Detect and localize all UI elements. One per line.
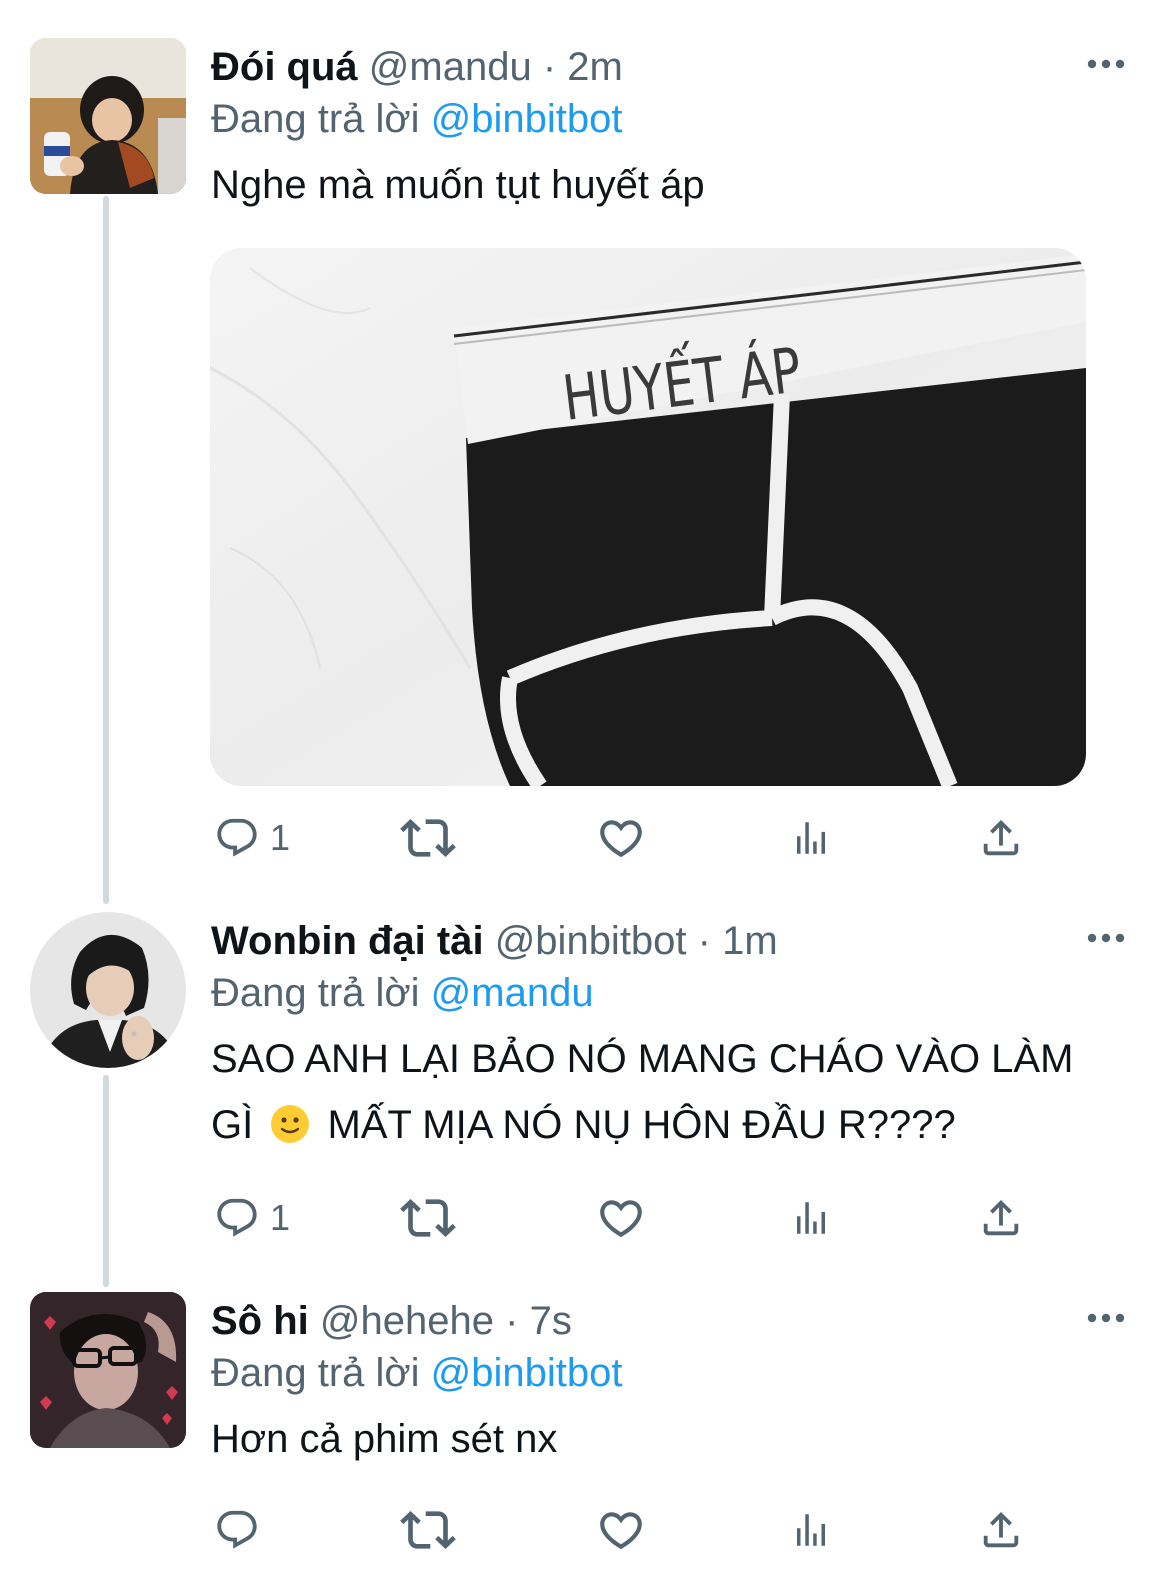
share-button[interactable] (978, 1502, 1024, 1558)
replying-to-label: Đang trả lời (211, 97, 420, 141)
action-bar (210, 1502, 1040, 1558)
avatar[interactable] (30, 38, 186, 194)
share-button[interactable] (978, 810, 1024, 866)
views-chart-icon (797, 1514, 825, 1546)
timestamp[interactable]: 2m (567, 45, 623, 89)
avatar[interactable] (30, 1292, 186, 1448)
handle[interactable]: @hehehe (320, 1299, 494, 1343)
tweet-text: Hơn cả phim sét nx (211, 1406, 557, 1472)
replying-to-label: Đang trả lời (211, 971, 420, 1015)
replying-to: Đang trả lời @binbitbot (211, 94, 623, 144)
avatar[interactable] (30, 912, 186, 1068)
handle[interactable]: @binbitbot (495, 919, 687, 963)
more-options-button[interactable] (1086, 928, 1126, 948)
tweet-text-fragment: GÌ (211, 1103, 254, 1147)
tweet[interactable]: Wonbin đại tài @binbitbot · 1m Đang trả … (0, 912, 1170, 1252)
tweet-text-line: Nghe mà muốn tụt huyết áp (211, 163, 705, 207)
reply-icon (217, 818, 257, 857)
replying-to: Đang trả lời @binbitbot (211, 1348, 623, 1398)
timestamp[interactable]: 1m (722, 919, 778, 963)
more-dots-icon (1087, 933, 1125, 943)
share-button[interactable] (978, 1190, 1024, 1246)
action-bar: 1 (210, 1190, 1040, 1246)
retweet-icon (400, 1199, 456, 1237)
tweet-header: Sô hi @hehehe · 7s (211, 1296, 572, 1346)
glasses-person-avatar (30, 1292, 186, 1448)
views-button[interactable] (790, 810, 842, 866)
tweet-header: Đói quá @mandu · 2m (211, 42, 623, 92)
retweet-icon (400, 1511, 456, 1549)
replying-to-label: Đang trả lời (211, 1351, 420, 1395)
share-icon (983, 1199, 1019, 1236)
tweet[interactable]: Sô hi @hehehe · 7s Đang trả lời @binbitb… (0, 1292, 1170, 1571)
handle[interactable]: @mandu (369, 45, 532, 89)
reply-count: 1 (270, 1197, 291, 1238)
heart-icon (600, 1512, 642, 1550)
heart-icon (600, 1200, 642, 1238)
retweet-icon (400, 819, 456, 857)
separator: · (542, 45, 557, 89)
mention-link[interactable]: @binbitbot (431, 1351, 623, 1395)
share-icon (983, 819, 1019, 856)
action-bar: 1 (210, 810, 1040, 866)
more-options-button[interactable] (1086, 1308, 1126, 1328)
views-button[interactable] (790, 1502, 842, 1558)
person-portrait-avatar (30, 912, 186, 1068)
underwear-photo: HUYẾT ÁP (210, 248, 1086, 786)
share-icon (983, 1511, 1019, 1548)
more-options-button[interactable] (1086, 54, 1126, 74)
separator: · (697, 919, 711, 963)
tweet-header: Wonbin đại tài @binbitbot · 1m (211, 916, 778, 966)
display-name[interactable]: Đói quá (211, 45, 358, 89)
like-button[interactable] (596, 810, 656, 866)
views-chart-icon (797, 1202, 825, 1234)
retweet-button[interactable] (400, 810, 466, 866)
reply-count: 1 (270, 817, 291, 858)
tweet-text-line: Hơn cả phim sét nx (211, 1417, 558, 1461)
reply-icon (217, 1510, 257, 1549)
replying-to: Đang trả lời @mandu (211, 968, 594, 1018)
separator: · (505, 1299, 519, 1343)
views-chart-icon (797, 822, 825, 854)
reply-icon (217, 1198, 257, 1237)
reply-button[interactable]: 1 (214, 810, 290, 866)
views-button[interactable] (790, 1190, 842, 1246)
tweet-text: SAO ANH LẠI BẢO NÓ MANG CHÁO VÀO LÀM GÌ … (211, 1026, 1131, 1158)
tweet-text-line: SAO ANH LẠI BẢO NÓ MANG CHÁO VÀO LÀM (211, 1037, 1074, 1081)
tweet-text-line: GÌ MẤT MỊA NÓ NỤ HÔN ĐẦU R???? (211, 1092, 1131, 1158)
tweet-text: Nghe mà muốn tụt huyết áp (211, 152, 705, 218)
heart-icon (600, 820, 642, 858)
more-dots-icon (1087, 59, 1125, 69)
retweet-button[interactable] (400, 1502, 466, 1558)
reply-button[interactable] (214, 1502, 270, 1558)
slightly-smiling-face-emoji (271, 1105, 310, 1143)
child-photo-avatar (30, 38, 186, 194)
tweet[interactable]: Đói quá @mandu · 2m Đang trả lời @binbit… (0, 38, 1170, 878)
reply-button[interactable]: 1 (214, 1190, 290, 1246)
display-name[interactable]: Sô hi (211, 1299, 309, 1343)
retweet-button[interactable] (400, 1190, 466, 1246)
like-button[interactable] (596, 1190, 656, 1246)
more-dots-icon (1087, 1313, 1125, 1323)
tweet-media-image[interactable]: HUYẾT ÁP (210, 248, 1086, 786)
display-name[interactable]: Wonbin đại tài (211, 919, 484, 963)
timestamp[interactable]: 7s (530, 1299, 572, 1343)
tweet-text-fragment: MẤT MỊA NÓ NỤ HÔN ĐẦU R???? (327, 1103, 956, 1147)
mention-link[interactable]: @mandu (431, 971, 594, 1015)
mention-link[interactable]: @binbitbot (431, 97, 623, 141)
like-button[interactable] (596, 1502, 656, 1558)
